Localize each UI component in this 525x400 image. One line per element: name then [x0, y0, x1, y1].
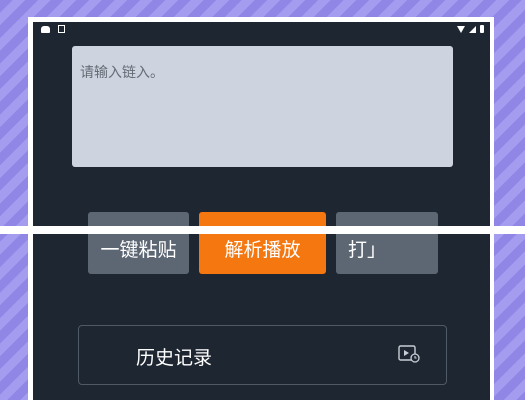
- wifi-icon: [457, 25, 465, 33]
- status-bar: [33, 22, 490, 40]
- parse-play-button[interactable]: 解析播放: [199, 212, 326, 274]
- signal-icon: [469, 25, 476, 33]
- history-button[interactable]: 历史记录: [78, 325, 447, 385]
- link-input[interactable]: [72, 46, 453, 167]
- open-button[interactable]: 打」: [336, 212, 438, 274]
- battery-icon: [480, 25, 484, 33]
- overlay-band: [0, 226, 525, 234]
- app-screen: 一键粘贴 解析播放 打」 历史记录: [33, 22, 490, 400]
- play-history-icon: [398, 345, 420, 363]
- app-notification-icon: [41, 25, 50, 33]
- history-label: 历史记录: [136, 347, 213, 369]
- paste-button[interactable]: 一键粘贴: [88, 212, 189, 274]
- notification-square-icon: [58, 25, 65, 33]
